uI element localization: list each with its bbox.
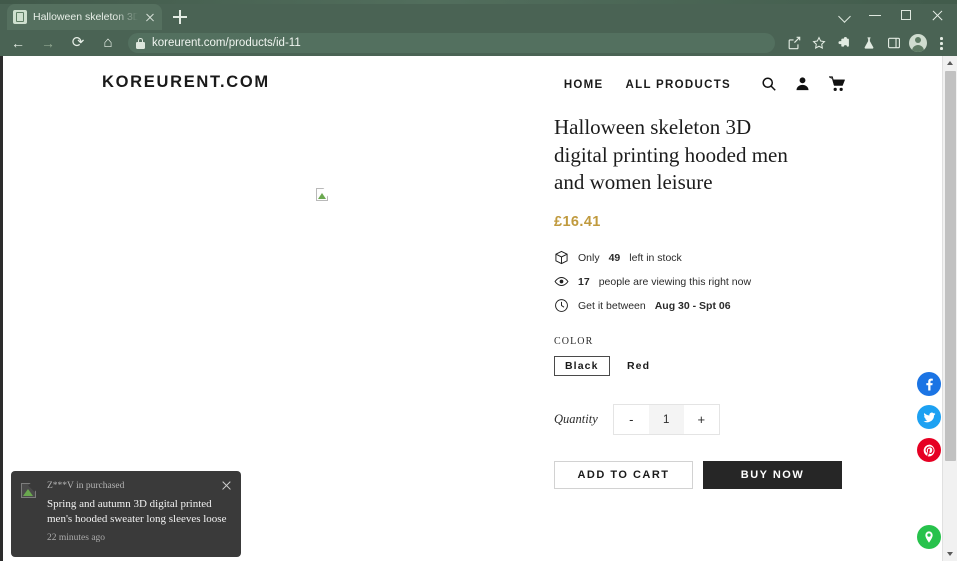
bookmark-star-icon[interactable]: [806, 31, 831, 55]
toast-body: Z***V in purchased Spring and autumn 3D …: [47, 481, 231, 549]
site-nav: HOME ALL PRODUCTS: [564, 76, 846, 93]
stock-suffix: left in stock: [629, 251, 682, 264]
toast-product-name[interactable]: Spring and autumn 3D digital printed men…: [47, 497, 231, 526]
nav-link-home[interactable]: HOME: [564, 79, 604, 91]
browser-chrome: Halloween skeleton 3D digital p koreuren…: [0, 0, 957, 56]
viewers-info-row: 17 people are viewing this right now: [554, 274, 884, 289]
browser-window: Halloween skeleton 3D digital p koreuren…: [0, 0, 957, 561]
close-icon[interactable]: [221, 480, 232, 491]
extensions-puzzle-icon[interactable]: [831, 31, 856, 55]
home-icon[interactable]: [96, 31, 120, 55]
tab-title: Halloween skeleton 3D digital p: [33, 11, 138, 23]
share-icon[interactable]: [781, 31, 806, 55]
reload-icon[interactable]: [66, 31, 90, 55]
delivery-window: Aug 30 - Spt 06: [654, 299, 731, 312]
viewer-count: 17: [578, 275, 590, 288]
maximize-icon[interactable]: [891, 1, 922, 29]
site-favicon: [13, 10, 27, 24]
add-to-cart-button[interactable]: ADD TO CART: [554, 461, 693, 490]
browser-tab[interactable]: Halloween skeleton 3D digital p: [7, 4, 162, 30]
nav-link-all-products[interactable]: ALL PRODUCTS: [626, 79, 731, 91]
quantity-row: Quantity - 1 +: [554, 404, 884, 436]
broken-image-icon: [21, 479, 41, 500]
tab-search-chevron-down-icon[interactable]: [829, 1, 860, 29]
quantity-increment-button[interactable]: +: [683, 405, 719, 435]
buy-now-button[interactable]: BUY NOW: [703, 461, 842, 490]
chrome-menu-icon[interactable]: [930, 31, 952, 55]
account-icon[interactable]: [795, 76, 812, 93]
cart-icon[interactable]: [829, 76, 846, 93]
product-price: £16.41: [554, 214, 601, 231]
search-icon[interactable]: [761, 76, 778, 93]
location-pin-badge-icon[interactable]: [917, 525, 941, 549]
page-title: Halloween skeleton 3D digital printing h…: [554, 115, 788, 195]
eye-icon: [554, 274, 569, 289]
window-close-icon[interactable]: [922, 1, 953, 29]
purchase-toast: Z***V in purchased Spring and autumn 3D …: [11, 471, 241, 557]
box-icon: [554, 250, 569, 265]
broken-image-icon: [316, 185, 333, 202]
product-actions: ADD TO CART BUY NOW: [554, 461, 884, 490]
color-swatch-black[interactable]: Black: [554, 356, 610, 377]
experiments-flask-icon[interactable]: [856, 31, 881, 55]
close-icon[interactable]: [144, 11, 156, 23]
page-viewport: KOREURENT.COM HOME ALL PRODUCTS Hallowee…: [0, 56, 957, 561]
color-option-label: COLOR: [554, 336, 594, 348]
tab-strip: Halloween skeleton 3D digital p: [0, 0, 957, 30]
twitter-share-button[interactable]: [917, 405, 941, 429]
page-left-edge: [0, 56, 3, 561]
facebook-share-button[interactable]: [917, 372, 941, 396]
color-swatches: Black Red: [554, 356, 884, 377]
quantity-decrement-button[interactable]: -: [613, 405, 649, 435]
address-bar-url: koreurent.com/products/id-11: [152, 37, 301, 49]
new-tab-button[interactable]: [171, 8, 189, 26]
product-info: Halloween skeleton 3D digital printing h…: [554, 114, 884, 490]
profile-avatar[interactable]: [909, 34, 927, 52]
scroll-down-arrow-icon[interactable]: [943, 547, 957, 561]
toast-timestamp: 22 minutes ago: [47, 533, 106, 544]
viewers-suffix: people are viewing this right now: [598, 275, 752, 288]
quantity-stepper: - 1 +: [612, 404, 720, 436]
toast-meta: Z***V in purchased: [47, 481, 125, 491]
stock-info-row: Only 49 left in stock: [554, 250, 884, 265]
forward-icon[interactable]: [36, 31, 60, 55]
back-icon[interactable]: [6, 31, 30, 55]
stock-count: 49: [608, 251, 621, 264]
nav-icons: [761, 76, 846, 93]
social-share-rail: [917, 372, 941, 462]
scrollbar-thumb[interactable]: [945, 71, 956, 461]
lock-icon[interactable]: [136, 37, 145, 49]
stock-prefix: Only: [578, 251, 600, 264]
delivery-prefix: Get it between: [578, 299, 646, 312]
browser-toolbar: koreurent.com/products/id-11: [0, 30, 957, 56]
quantity-label: Quantity: [554, 412, 598, 427]
page-content: KOREURENT.COM HOME ALL PRODUCTS Hallowee…: [3, 56, 942, 561]
quantity-input[interactable]: 1: [648, 405, 684, 435]
delivery-info-row: Get it between Aug 30 - Spt 06: [554, 298, 884, 313]
window-controls: [829, 0, 953, 30]
scroll-up-arrow-icon[interactable]: [943, 56, 957, 70]
site-logo[interactable]: KOREURENT.COM: [102, 73, 270, 92]
product-info-rows: Only 49 left in stock 17 people are view: [554, 250, 884, 313]
minimize-icon[interactable]: [860, 1, 891, 29]
side-panel-icon[interactable]: [881, 31, 906, 55]
pinterest-share-button[interactable]: [917, 438, 941, 462]
address-bar[interactable]: koreurent.com/products/id-11: [128, 33, 775, 53]
color-swatch-red[interactable]: Red: [615, 356, 662, 377]
vertical-scrollbar[interactable]: [942, 56, 957, 561]
clock-icon: [554, 298, 569, 313]
site-header: KOREURENT.COM HOME ALL PRODUCTS: [3, 56, 942, 114]
